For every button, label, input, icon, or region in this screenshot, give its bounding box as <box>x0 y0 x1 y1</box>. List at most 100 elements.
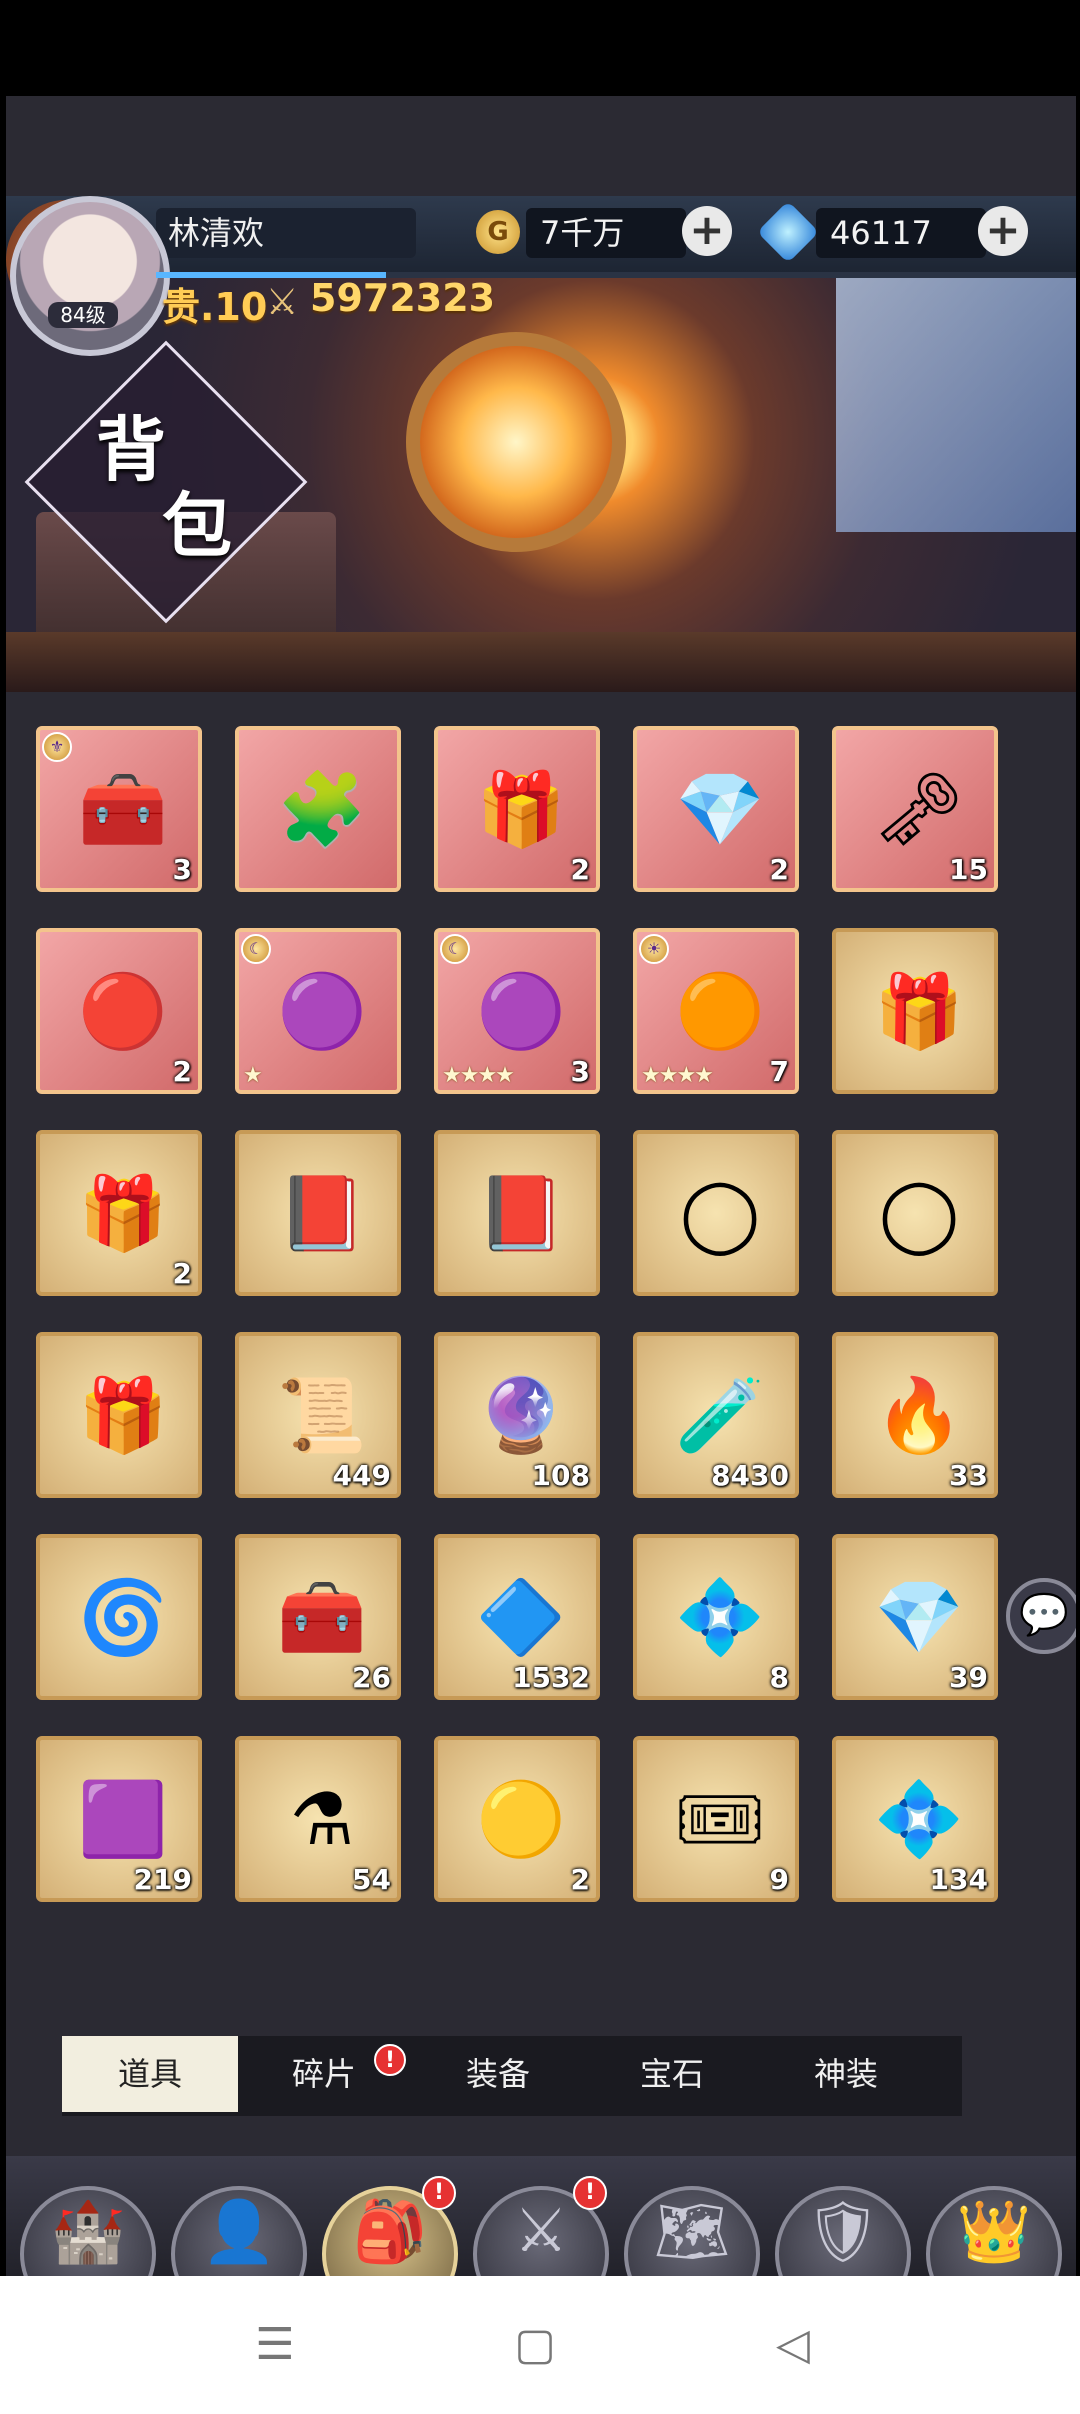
item-count: 2 <box>570 853 590 886</box>
inventory-item[interactable]: 📕 <box>434 1130 600 1296</box>
tab-divine-gear[interactable]: 神装 <box>758 2036 934 2112</box>
inventory-item[interactable]: 🧪 8430 <box>633 1332 799 1498</box>
inventory-row: 🧰 ⚜ 3 🧩 🎁 2 💎 2 🗝 15 <box>36 726 1031 892</box>
prism-crystal-icon: 💎 <box>874 1575 964 1659</box>
inventory-item[interactable]: 🎁 2 <box>434 726 600 892</box>
inventory-item[interactable]: 🎁 <box>832 928 998 1094</box>
inventory-item[interactable]: 🔥 33 <box>832 1332 998 1498</box>
tab-label: 道具 <box>117 2055 182 2093</box>
chat-bubble-button[interactable]: 💬 <box>1006 1578 1076 1654</box>
amber-stone-icon: 🟡 <box>476 1777 566 1861</box>
desk-illustration <box>6 632 1076 692</box>
item-count: 134 <box>929 1863 988 1896</box>
page-title-line2: 包 <box>162 485 232 567</box>
crossed-swords-icon: ⚔ <box>266 282 299 323</box>
gold-medallion-icon: 🟠 <box>675 969 765 1053</box>
game-viewport: 背 包 ● ● 林清欢 84级 G 7千万 + 46117 + 贵.10 ⚔ 5… <box>6 96 1076 2276</box>
item-element-tag-icon: ☀ <box>639 934 669 964</box>
potion-vial-icon: 🧪 <box>675 1373 765 1457</box>
castle-icon: 🏰 <box>50 2197 126 2267</box>
inventory-item[interactable]: 🟠 ☀ ★★★★ 7 <box>633 928 799 1094</box>
inventory-item[interactable]: ◯ <box>633 1130 799 1296</box>
item-count: 1532 <box>512 1661 590 1694</box>
inventory-row: 🎁 2 📕 📕 ◯ ◯ <box>36 1130 1031 1296</box>
inventory-item[interactable]: 💠 134 <box>832 1736 998 1902</box>
tab-gems[interactable]: 宝石 <box>584 2036 760 2112</box>
item-count: 2 <box>172 1055 192 1088</box>
inventory-item[interactable]: 🟪 219 <box>36 1736 202 1902</box>
tab-equipment[interactable]: 装备 <box>410 2036 586 2112</box>
player-avatar[interactable] <box>10 196 170 356</box>
item-count: 15 <box>949 853 988 886</box>
item-count: 3 <box>172 853 192 886</box>
page-title: 背 包 <box>96 412 296 564</box>
item-count: 3 <box>570 1055 590 1088</box>
title-book-icon: 📕 <box>476 1171 566 1255</box>
inventory-row: 🔴 2 🟣 ☾ ★ 🟣 ☾ ★★★★ 3 🟠 ☀ ★★★★ 7 🎁 <box>36 928 1031 1094</box>
tab-label: 宝石 <box>639 2055 704 2093</box>
inventory-item[interactable]: 🔮 108 <box>434 1332 600 1498</box>
scroll-icon: 📜 <box>277 1373 367 1457</box>
inventory-item[interactable]: 💠 8 <box>633 1534 799 1700</box>
alert-badge-icon: ! <box>422 2176 456 2210</box>
inventory-item[interactable]: 🎟 9 <box>633 1736 799 1902</box>
red-gem-icon: 🔴 <box>78 969 168 1053</box>
inventory-item[interactable]: 💎 39 <box>832 1534 998 1700</box>
tab-label: 碎片 <box>291 2055 356 2093</box>
diamond-amount: 46117 <box>816 208 986 258</box>
item-count: 8 <box>769 1661 789 1694</box>
player-name[interactable]: 林清欢 <box>156 208 416 258</box>
crystal-gift-box-icon: 🎁 <box>874 969 964 1053</box>
inventory-item[interactable]: 🔷 1532 <box>434 1534 600 1700</box>
inventory-item[interactable]: 🟣 ☾ ★ <box>235 928 401 1094</box>
inventory-item[interactable]: 🧩 <box>235 726 401 892</box>
inventory-item[interactable]: 🔴 2 <box>36 928 202 1094</box>
back-button[interactable]: ◁ <box>763 2320 823 2370</box>
item-count: 26 <box>352 1661 391 1694</box>
inventory-item[interactable]: 🟡 2 <box>434 1736 600 1902</box>
item-count: 39 <box>949 1661 988 1694</box>
inventory-item[interactable]: 🟣 ☾ ★★★★ 3 <box>434 928 600 1094</box>
item-count: 2 <box>769 853 789 886</box>
inventory-item[interactable]: ⚗ 54 <box>235 1736 401 1902</box>
item-count: 54 <box>352 1863 391 1896</box>
item-element-tag-icon: ☾ <box>440 934 470 964</box>
silver-frame-icon: ◯ <box>679 1171 761 1255</box>
recent-apps-button[interactable]: ☰ <box>245 2320 305 2370</box>
item-count: 2 <box>172 1257 192 1290</box>
inventory-item[interactable]: 📜 449 <box>235 1332 401 1498</box>
item-element-tag-icon: ⚜ <box>42 732 72 762</box>
tab-fragments[interactable]: 碎片! <box>236 2036 412 2112</box>
inventory-item[interactable]: 🧰 26 <box>235 1534 401 1700</box>
inventory-item[interactable]: 🎁 <box>36 1332 202 1498</box>
tab-items[interactable]: 道具 <box>62 2036 238 2112</box>
hooded-hero-icon: 👤 <box>201 2197 277 2267</box>
vip-level-label: 贵.10 <box>162 285 268 329</box>
screen: 背 包 ● ● 林清欢 84级 G 7千万 + 46117 + 贵.10 ⚔ 5… <box>0 0 1080 2414</box>
inventory-item[interactable]: ◯ <box>832 1130 998 1296</box>
laurel-frame-icon: ◯ <box>878 1171 960 1255</box>
item-count: 8430 <box>711 1459 789 1492</box>
inventory-grid: 🧰 ⚜ 3 🧩 🎁 2 💎 2 🗝 15 🔴 2 🟣 ☾ ★ 🟣 ☾ ★★★★ 3 🟠 ☀ ★★★★ 7 🎁 🎁 2 📕 📕 ◯ ◯ 🎁 📜 4… <box>36 726 1046 2006</box>
inventory-tab-bar: 道具 碎片! 装备 宝石 神装 <box>62 2036 962 2116</box>
inventory-row: 🌀 🧰 26 🔷 1532 💠 8 💎 39 <box>36 1534 1031 1700</box>
inventory-item[interactable]: 🗝 15 <box>832 726 998 892</box>
inventory-item[interactable]: 🌀 <box>36 1534 202 1700</box>
inventory-row: 🟪 219 ⚗ 54 🟡 2 🎟 9 💠 134 <box>36 1736 1031 1902</box>
inventory-item[interactable]: 💎 2 <box>633 726 799 892</box>
home-button[interactable]: ▢ <box>505 2320 565 2370</box>
inventory-item[interactable]: 🧰 ⚜ 3 <box>36 726 202 892</box>
inventory-item[interactable]: 📕 <box>235 1130 401 1296</box>
add-diamond-button[interactable]: + <box>978 206 1028 256</box>
blue-stone-icon: 🌀 <box>78 1575 168 1659</box>
hero-portrait-puzzle-icon: 🧩 <box>277 767 367 851</box>
item-star-rating: ★ <box>243 1063 263 1088</box>
inventory-item[interactable]: 🎁 2 <box>36 1130 202 1296</box>
combat-power-value: 5972323 <box>310 276 496 320</box>
goddess-icon: 👑 <box>956 2197 1032 2267</box>
page-title-line1: 背 <box>96 409 166 491</box>
add-gold-button[interactable]: + <box>682 206 732 256</box>
shield-cross-icon: 🛡 <box>804 2197 882 2267</box>
alert-badge-icon: ! <box>374 2044 406 2076</box>
tab-label: 神装 <box>813 2055 878 2093</box>
